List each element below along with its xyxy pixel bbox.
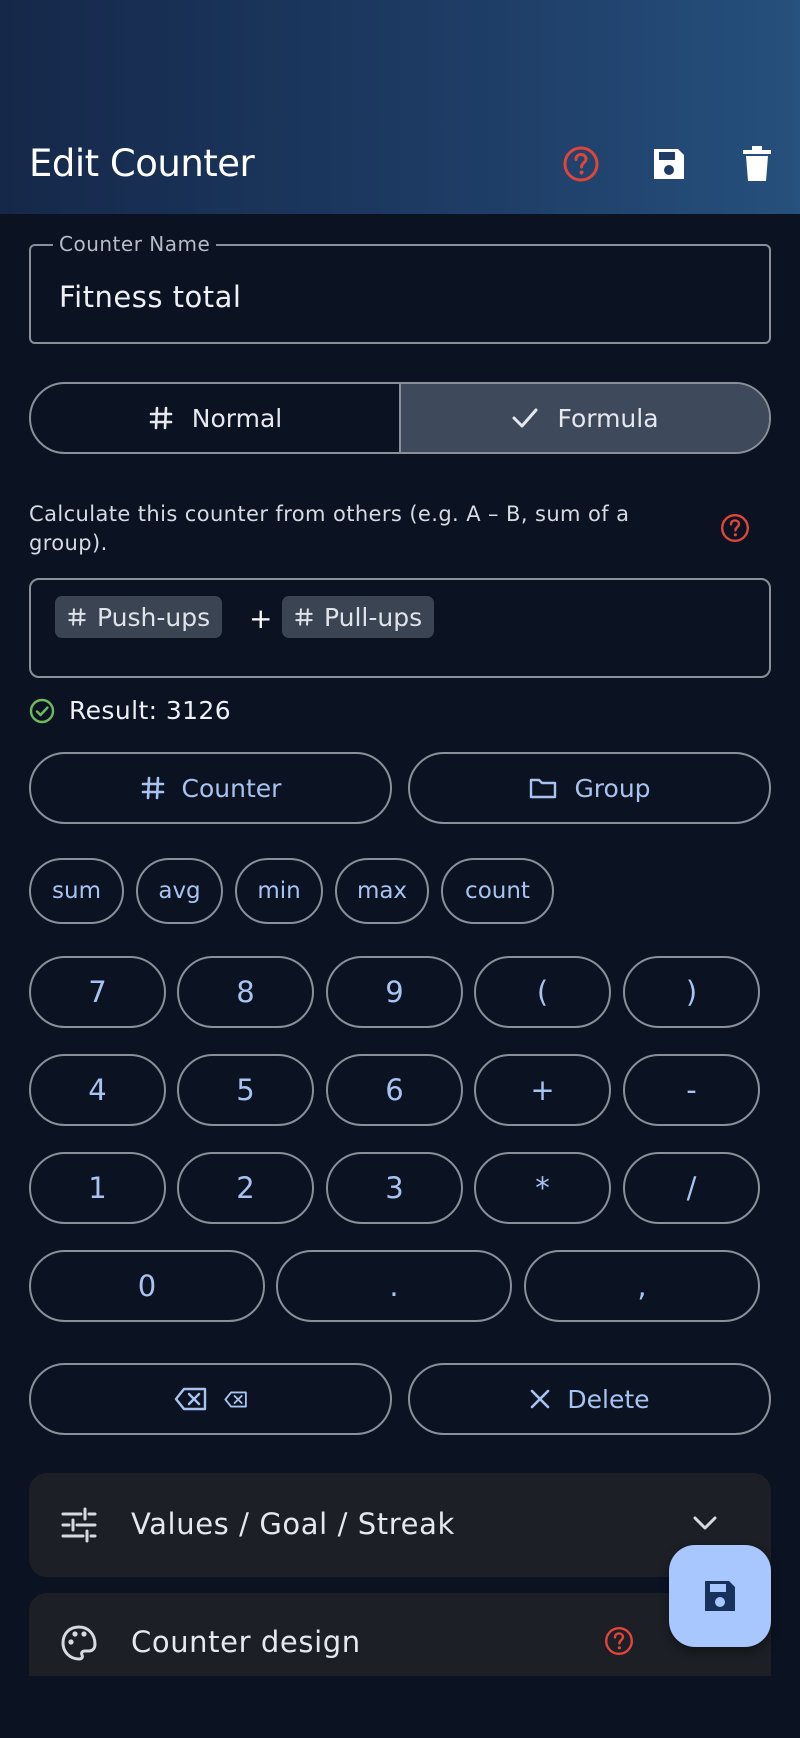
clear-formula-label: Delete [567, 1384, 650, 1414]
mode-normal-button[interactable]: Normal [31, 384, 399, 452]
key-9[interactable]: 9 [326, 956, 463, 1028]
key-decimal[interactable]: . [276, 1250, 512, 1322]
backspace-icon [174, 1387, 206, 1411]
hash-icon [68, 608, 86, 626]
key-0[interactable]: 0 [29, 1250, 265, 1322]
key-comma[interactable]: , [524, 1250, 760, 1322]
insert-counter-button[interactable]: Counter [29, 752, 392, 824]
palette-icon [61, 1625, 97, 1661]
help-circle-icon[interactable] [603, 1625, 635, 1657]
insert-group-button[interactable]: Group [408, 752, 771, 824]
folder-icon [530, 778, 557, 799]
formula-description: Calculate this counter from others (e.g.… [29, 502, 630, 555]
key-1[interactable]: 1 [29, 1152, 166, 1224]
key-7[interactable]: 7 [29, 956, 166, 1028]
app-bar: Edit Counter [0, 0, 800, 214]
insert-counter-label: Counter [181, 773, 282, 803]
function-min-button[interactable]: min [235, 858, 323, 924]
function-sum-button[interactable]: sum [29, 858, 124, 924]
clear-formula-button[interactable]: Delete [408, 1363, 771, 1435]
chevron-down-icon [693, 1516, 717, 1530]
hash-icon [141, 776, 164, 800]
values-goal-streak-section[interactable]: Values / Goal / Streak [29, 1473, 771, 1577]
trash-icon [743, 146, 771, 181]
key-2[interactable]: 2 [177, 1152, 314, 1224]
key-close-paren[interactable]: ) [623, 956, 760, 1028]
close-icon [531, 1389, 550, 1409]
function-count-button[interactable]: count [441, 858, 554, 924]
insert-group-label: Group [574, 773, 651, 803]
hash-icon [295, 608, 313, 626]
formula-operator: + [249, 602, 273, 635]
help-circle-icon [563, 146, 599, 182]
key-8[interactable]: 8 [177, 956, 314, 1028]
floppy-disk-icon [654, 149, 684, 179]
formula-token-chip[interactable]: Pull-ups [282, 596, 435, 638]
key-5[interactable]: 5 [177, 1054, 314, 1126]
key-3[interactable]: 3 [326, 1152, 463, 1224]
formula-result: Result: 3126 [29, 696, 231, 725]
mode-toggle: Normal Formula [29, 382, 771, 454]
values-goal-streak-label: Values / Goal / Streak [131, 1507, 455, 1541]
check-icon [512, 408, 538, 428]
help-button[interactable] [557, 140, 605, 188]
counter-design-section[interactable]: Counter design [29, 1593, 771, 1676]
help-circle-icon [721, 514, 749, 542]
key-divide[interactable]: / [623, 1152, 760, 1224]
key-6[interactable]: 6 [326, 1054, 463, 1126]
delete-button[interactable] [733, 140, 781, 188]
formula-token-label: Pull-ups [324, 602, 423, 632]
result-text: Result: 3126 [69, 696, 232, 725]
counter-name-value: Fitness total [59, 280, 242, 314]
function-avg-button[interactable]: avg [136, 858, 223, 924]
check-circle-icon [29, 698, 55, 723]
mode-normal-label: Normal [191, 403, 283, 433]
hash-icon [149, 406, 173, 430]
key-plus[interactable]: + [474, 1054, 611, 1126]
key-multiply[interactable]: * [474, 1152, 611, 1224]
backspace-button[interactable] [29, 1363, 392, 1435]
mode-formula-label: Formula [557, 403, 659, 433]
counter-design-label: Counter design [131, 1625, 361, 1659]
formula-token-label: Push-ups [97, 602, 211, 632]
save-button[interactable] [645, 140, 693, 188]
key-minus[interactable]: - [623, 1054, 760, 1126]
key-4[interactable]: 4 [29, 1054, 166, 1126]
formula-help-button[interactable] [719, 512, 751, 544]
save-fab[interactable] [669, 1545, 771, 1647]
floppy-disk-icon [705, 1581, 735, 1611]
backspace-icon [223, 1391, 247, 1407]
counter-name-label: Counter Name [53, 232, 217, 256]
counter-name-field[interactable]: Counter Name Fitness total [29, 232, 771, 344]
formula-input[interactable]: Push-ups + Pull-ups [29, 578, 771, 678]
page-title: Edit Counter [29, 142, 255, 185]
function-max-button[interactable]: max [335, 858, 429, 924]
key-open-paren[interactable]: ( [474, 956, 611, 1028]
mode-formula-button[interactable]: Formula [399, 384, 769, 452]
formula-token-chip[interactable]: Push-ups [55, 596, 223, 638]
sliders-icon [61, 1507, 97, 1543]
